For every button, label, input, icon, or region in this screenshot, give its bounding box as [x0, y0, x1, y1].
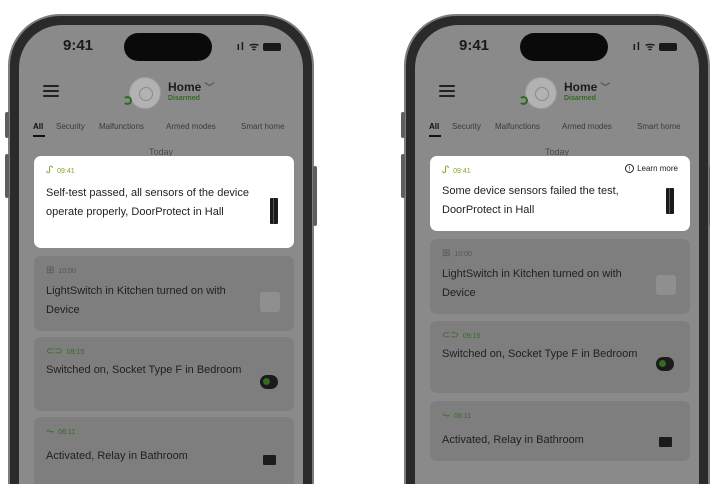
doorprotect-device-icon	[270, 198, 278, 224]
event-time: ᔑ 09:41	[46, 165, 75, 176]
relay-device-icon	[659, 437, 672, 447]
side-button	[401, 112, 405, 138]
light-switch-icon: ⊞	[46, 265, 55, 276]
home-selector[interactable]: Home ﹀	[564, 79, 610, 94]
tab-security[interactable]: Security	[56, 122, 85, 131]
event-card[interactable]: ⊞ 10:00 LightSwitch in Kitchen turned on …	[430, 239, 690, 314]
phone-frame-right: 9:41 ıl ᯤ Home ﹀ Disarmed All Security Ma…	[401, 14, 710, 484]
lightswitch-device-icon	[656, 275, 676, 295]
signal-wifi-battery-icons: ıl ᯤ	[633, 39, 677, 54]
home-title: Home	[168, 80, 202, 94]
active-tab-indicator	[33, 135, 45, 137]
socket-icon: ⊂⊃	[46, 346, 63, 357]
home-selector[interactable]: Home ﹀	[168, 79, 214, 94]
event-card[interactable]: ᔑ 09:41 Self-test passed, all sensors of …	[34, 156, 294, 248]
event-card[interactable]: ⏦ 06:11 Activated, Relay in Bathroom	[430, 401, 690, 461]
event-time: ⊂⊃ 09:15	[46, 346, 85, 357]
event-text: Switched on, Socket Type F in Bedroom	[46, 364, 242, 376]
event-time: ⏦ 06:11	[46, 426, 76, 437]
hub-avatar[interactable]	[525, 77, 557, 109]
battery-icon	[659, 43, 677, 52]
tab-malfunctions[interactable]: Malfunctions	[495, 122, 540, 131]
tab-armed-modes[interactable]: Armed modes	[166, 122, 216, 131]
tab-all[interactable]: All	[33, 122, 43, 131]
info-icon: !	[625, 164, 635, 174]
chevron-down-icon: ﹀	[204, 83, 215, 94]
relay-icon: ⏦	[46, 426, 55, 437]
event-text: Switched on, Socket Type F in Bedroom	[442, 348, 638, 360]
side-button	[5, 112, 9, 138]
lightswitch-device-icon	[260, 292, 280, 312]
event-filter-tabs: All Security Malfunctions Armed modes Sm…	[415, 119, 699, 139]
active-tab-indicator	[429, 135, 441, 137]
side-button	[5, 154, 9, 198]
self-test-icon: ᔑ	[46, 165, 54, 176]
event-text: Activated, Relay in Bathroom	[442, 434, 584, 446]
event-time: ⊂⊃ 09:15	[442, 330, 481, 341]
chevron-down-icon: ﹀	[600, 83, 611, 94]
battery-icon	[263, 43, 281, 52]
event-time: ⊞ 10:00	[442, 248, 472, 259]
event-filter-tabs: All Security Malfunctions Armed modes Sm…	[19, 119, 303, 139]
hub-status-ring-icon	[123, 96, 132, 105]
event-card[interactable]: ⊂⊃ 09:15 Switched on, Socket Type F in Be…	[430, 321, 690, 393]
event-card[interactable]: ⊂⊃ 09:15 Switched on, Socket Type F in Be…	[34, 337, 294, 411]
event-text: LightSwitch in Kitchen turned on with De…	[442, 268, 622, 299]
tab-armed-modes[interactable]: Armed modes	[562, 122, 612, 131]
event-text: Some device sensors failed the test, Doo…	[442, 185, 619, 216]
tab-smart-home[interactable]: Smart home	[637, 122, 681, 131]
hub-status-ring-icon	[519, 96, 528, 105]
hub-avatar[interactable]	[129, 77, 161, 109]
self-test-icon: ᔑ	[442, 165, 450, 176]
relay-device-icon	[263, 455, 276, 465]
status-bar: 9:41 ıl ᯤ	[415, 25, 699, 69]
status-time: 9:41	[63, 37, 94, 54]
security-status: Disarmed	[168, 95, 200, 102]
tab-smart-home[interactable]: Smart home	[241, 122, 285, 131]
doorprotect-device-icon	[666, 188, 674, 214]
tab-malfunctions[interactable]: Malfunctions	[99, 122, 144, 131]
tab-security[interactable]: Security	[452, 122, 481, 131]
event-time: ⏦ 06:11	[442, 410, 472, 421]
event-text: Activated, Relay in Bathroom	[46, 450, 188, 462]
home-title: Home	[564, 80, 598, 94]
socket-device-icon	[656, 357, 674, 371]
app-header: Home ﹀ Disarmed	[19, 69, 303, 115]
socket-icon: ⊂⊃	[442, 330, 459, 341]
status-time: 9:41	[459, 37, 490, 54]
signal-icon: ıl ᯤ	[632, 41, 656, 53]
app-header: Home ﹀ Disarmed	[415, 69, 699, 115]
event-text: LightSwitch in Kitchen turned on with De…	[46, 285, 226, 316]
event-time: ⊞ 10:00	[46, 265, 76, 276]
hamburger-menu-icon[interactable]	[43, 85, 59, 97]
event-text: Self-test passed, all sensors of the dev…	[46, 187, 249, 218]
hamburger-menu-icon[interactable]	[439, 85, 455, 97]
learn-more-link[interactable]: ! Learn more	[625, 164, 678, 174]
power-button	[313, 166, 317, 226]
app-screen-left: 9:41 ıl ᯤ Home ﹀ Disarmed All Security Ma…	[19, 25, 303, 484]
signal-wifi-battery-icons: ıl ᯤ	[237, 39, 281, 54]
socket-device-icon	[260, 375, 278, 389]
app-screen-right: 9:41 ıl ᯤ Home ﹀ Disarmed All Security Ma…	[415, 25, 699, 484]
security-status: Disarmed	[564, 95, 596, 102]
light-switch-icon: ⊞	[442, 248, 451, 259]
event-card[interactable]: ᔑ 09:41 ! Learn more Some device sensors f…	[430, 156, 690, 231]
dynamic-island	[124, 33, 212, 61]
side-button	[401, 154, 405, 198]
signal-icon: ıl ᯤ	[236, 41, 260, 53]
status-bar: 9:41 ıl ᯤ	[19, 25, 303, 69]
phone-frame-left: 9:41 ıl ᯤ Home ﹀ Disarmed All Security Ma…	[5, 14, 317, 484]
event-card[interactable]: ⏦ 06:11 Activated, Relay in Bathroom	[34, 417, 294, 484]
tab-all[interactable]: All	[429, 122, 439, 131]
event-card[interactable]: ⊞ 10:00 LightSwitch in Kitchen turned on …	[34, 256, 294, 331]
event-time: ᔑ 09:41	[442, 165, 471, 176]
relay-icon: ⏦	[442, 410, 451, 421]
dynamic-island	[520, 33, 608, 61]
